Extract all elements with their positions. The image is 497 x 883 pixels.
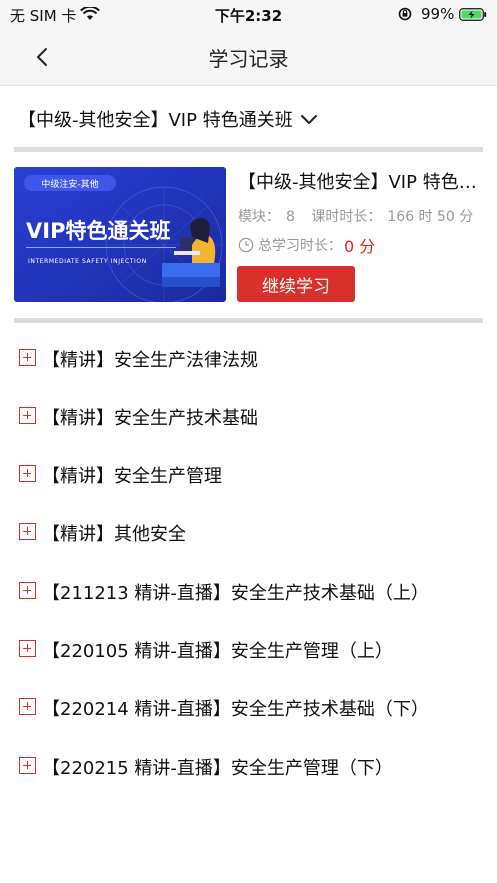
status-bar: 无 SIM 卡 下午2:32 99% xyxy=(0,0,497,28)
nav-bar: 学习记录 xyxy=(0,28,497,86)
clock-icon xyxy=(238,237,254,253)
modules-label: 模块： xyxy=(238,209,280,225)
expand-plus-icon[interactable] xyxy=(19,640,36,657)
chapter-item[interactable]: 【精讲】安全生产管理 xyxy=(0,453,497,493)
chapter-item[interactable]: 【220214 精讲-直播】安全生产技术基础（下） xyxy=(0,686,497,726)
expand-plus-icon[interactable] xyxy=(19,523,36,540)
expand-plus-icon[interactable] xyxy=(19,582,36,599)
study-time-value: 0 分 xyxy=(344,237,376,256)
battery-charging-icon xyxy=(459,8,487,21)
chapter-item[interactable]: 【精讲】其他安全 xyxy=(0,511,497,551)
course-selector[interactable]: 【中级-其他安全】VIP 特色通关班 xyxy=(18,104,319,134)
chapter-label: 【220105 精讲-直播】安全生产管理（上） xyxy=(42,641,393,662)
battery-percent: 99% xyxy=(421,5,455,23)
chapter-label: 【精讲】其他安全 xyxy=(42,524,186,545)
continue-study-button[interactable]: 继续学习 xyxy=(237,266,355,302)
page-title: 学习记录 xyxy=(208,47,289,71)
expand-plus-icon[interactable] xyxy=(19,407,36,424)
modules-value: 8 xyxy=(286,209,295,225)
course-meta: 模块： 8 课时时长： 166 时 50 分 xyxy=(238,206,485,226)
chevron-down-icon xyxy=(300,115,317,124)
chapter-label: 【精讲】安全生产管理 xyxy=(42,466,222,487)
course-selector-label: 【中级-其他安全】VIP 特色通关班 xyxy=(18,110,293,131)
course-title[interactable]: 【中级-其他安全】VIP 特色通关班 xyxy=(238,168,486,194)
course-thumbnail[interactable]: 中级注安-其他 VIP特色通关班 INTERMEDIATE SAFETY INJ… xyxy=(14,167,226,302)
chapter-item[interactable]: 【220105 精讲-直播】安全生产管理（上） xyxy=(0,628,497,668)
section-divider xyxy=(14,318,483,323)
chapter-label: 【精讲】安全生产技术基础 xyxy=(42,408,258,429)
duration-value: 166 时 50 分 xyxy=(387,209,474,225)
expand-plus-icon[interactable] xyxy=(19,757,36,774)
modules-info: 模块： 8 xyxy=(238,209,301,225)
total-study-time: 总学习时长： 0 分 xyxy=(238,234,375,256)
chapter-item[interactable]: 【精讲】安全生产法律法规 xyxy=(0,337,497,377)
thumb-subtitle: INTERMEDIATE SAFETY INJECTION xyxy=(28,258,147,265)
thumb-tag: 中级注安-其他 xyxy=(41,178,98,190)
chapter-item[interactable]: 【220215 精讲-直播】安全生产管理（下） xyxy=(0,745,497,785)
chapter-label: 【220214 精讲-直播】安全生产技术基础（下） xyxy=(42,699,429,720)
duration-label: 课时时长： xyxy=(311,209,382,225)
expand-plus-icon[interactable] xyxy=(19,698,36,715)
study-time-label: 总学习时长： xyxy=(258,238,342,254)
section-divider xyxy=(14,147,483,152)
chapter-label: 【211213 精讲-直播】安全生产技术基础（上） xyxy=(42,583,429,604)
chapter-label: 【精讲】安全生产法律法规 xyxy=(42,350,258,371)
chapter-item[interactable]: 【211213 精讲-直播】安全生产技术基础（上） xyxy=(0,570,497,610)
rotation-lock-icon xyxy=(398,7,412,21)
expand-plus-icon[interactable] xyxy=(19,349,36,366)
chapter-item[interactable]: 【精讲】安全生产技术基础 xyxy=(0,395,497,435)
duration-info: 课时时长： 166 时 50 分 xyxy=(311,209,479,225)
thumb-title: VIP特色通关班 xyxy=(26,219,170,243)
chapter-label: 【220215 精讲-直播】安全生产管理（下） xyxy=(42,758,393,779)
expand-plus-icon[interactable] xyxy=(19,465,36,482)
